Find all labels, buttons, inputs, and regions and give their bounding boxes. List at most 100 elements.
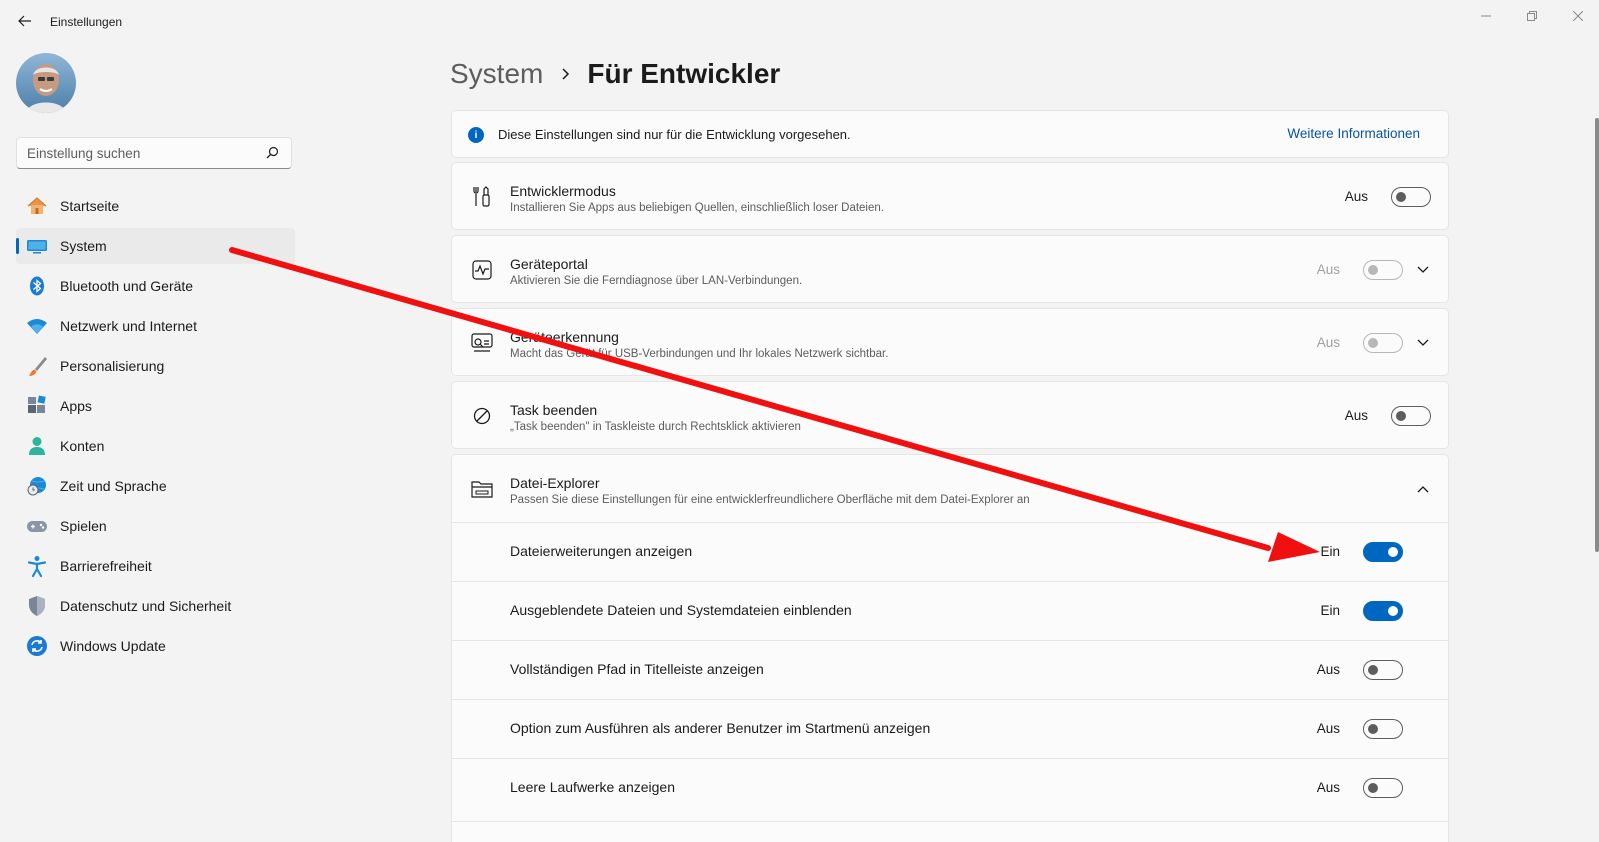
option-leere-laufwerke: Leere Laufwerke anzeigen Aus	[452, 758, 1448, 817]
sidebar-item-system[interactable]: System	[16, 228, 295, 264]
user-photo-icon	[16, 53, 76, 113]
dateierweiterungen-toggle[interactable]	[1363, 542, 1403, 562]
sidebar-item-label: Startseite	[60, 198, 120, 214]
chevron-right-icon	[561, 67, 571, 81]
sidebar-item-startseite[interactable]: Startseite	[16, 188, 295, 224]
update-icon	[26, 635, 48, 657]
activity-monitor-icon	[470, 258, 494, 282]
setting-title: Geräteportal	[510, 256, 588, 272]
account-icon	[26, 435, 48, 457]
anderer-benutzer-toggle[interactable]	[1363, 719, 1403, 739]
toggle-state-label: Ein	[1320, 544, 1340, 559]
more-info-link[interactable]: Weitere Informationen	[1287, 126, 1420, 141]
monitor-icon	[26, 235, 48, 257]
entwicklermodus-toggle[interactable]	[1391, 187, 1431, 207]
settings-search[interactable]	[16, 137, 292, 169]
setting-entwicklermodus: Entwicklermodus Installieren Sie Apps au…	[451, 162, 1449, 230]
shield-icon	[26, 595, 48, 617]
wifi-icon	[26, 315, 48, 337]
device-discovery-icon	[470, 331, 494, 355]
sidebar-item-bluetooth[interactable]: Bluetooth und Geräte	[16, 268, 295, 304]
toggle-state-label: Aus	[1316, 662, 1340, 677]
toggle-state-label: Aus	[1344, 189, 1368, 204]
back-button[interactable]	[14, 11, 36, 31]
home-icon	[26, 195, 48, 217]
breadcrumb-parent[interactable]: System	[450, 58, 543, 90]
restore-button[interactable]	[1520, 6, 1544, 26]
setting-title: Datei-Explorer	[510, 475, 600, 491]
bluetooth-icon	[26, 275, 48, 297]
sidebar-item-datenschutz[interactable]: Datenschutz und Sicherheit	[16, 588, 295, 624]
sidebar-item-label: Apps	[60, 398, 92, 414]
close-icon	[1573, 11, 1583, 21]
toggle-state-label: Aus	[1316, 721, 1340, 736]
restore-icon	[1527, 11, 1537, 21]
sidebar-item-label: Zeit und Sprache	[60, 478, 167, 494]
setting-geraeteportal: Geräteportal Aktivieren Sie die Ferndiag…	[451, 235, 1449, 303]
accessibility-icon	[26, 555, 48, 577]
app-title: Einstellungen	[50, 15, 123, 29]
option-label: Leere Laufwerke anzeigen	[510, 779, 676, 795]
user-avatar[interactable]	[16, 53, 76, 113]
setting-description: Macht das Gerät für USB-Verbindungen und…	[510, 348, 889, 360]
page-title: Für Entwickler	[587, 58, 781, 89]
toggle-state-label: Aus	[1316, 262, 1340, 277]
sidebar-item-label: System	[60, 238, 107, 254]
setting-description: Aktivieren Sie die Ferndiagnose über LAN…	[510, 275, 803, 287]
globe-clock-icon	[26, 475, 48, 497]
sidebar-item-label: Bluetooth und Geräte	[60, 278, 194, 294]
toggle-state-label: Ein	[1320, 603, 1340, 618]
close-button[interactable]	[1566, 6, 1590, 26]
sidebar-item-netzwerk[interactable]: Netzwerk und Internet	[16, 308, 295, 344]
sidebar-item-apps[interactable]: Apps	[16, 388, 295, 424]
sidebar-item-spielen[interactable]: Spielen	[16, 508, 295, 544]
next-section-edge	[452, 821, 1448, 842]
option-dateierweiterungen: Dateierweiterungen anzeigen Ein	[452, 522, 1448, 581]
sidebar-item-label: Netzwerk und Internet	[60, 318, 197, 334]
ausgeblendete-dateien-toggle[interactable]	[1363, 601, 1403, 621]
sidebar-item-konten[interactable]: Konten	[16, 428, 295, 464]
apps-icon	[26, 395, 48, 417]
sidebar-item-label: Spielen	[60, 518, 107, 534]
developer-tools-icon	[470, 185, 494, 209]
setting-title: Geräteerkennung	[510, 329, 619, 345]
sidebar-item-label: Windows Update	[60, 638, 166, 654]
leere-laufwerke-toggle[interactable]	[1363, 778, 1403, 798]
option-label: Dateierweiterungen anzeigen	[510, 543, 693, 559]
chevron-up-icon[interactable]	[1415, 481, 1431, 497]
toggle-state-label: Aus	[1344, 408, 1368, 423]
sidebar-item-zeit-sprache[interactable]: Zeit und Sprache	[16, 468, 295, 504]
setting-title: Task beenden	[510, 402, 598, 418]
toggle-state-label: Aus	[1316, 780, 1340, 795]
breadcrumb: System Für Entwickler	[450, 54, 780, 94]
setting-task-beenden: Task beenden „Task beenden" in Taskleist…	[451, 381, 1449, 449]
geraeteportal-toggle[interactable]	[1363, 260, 1403, 280]
setting-description: Installieren Sie Apps aus beliebigen Que…	[510, 202, 884, 214]
sidebar-item-windows-update[interactable]: Windows Update	[16, 628, 295, 664]
paintbrush-icon	[26, 355, 48, 377]
toggle-state-label: Aus	[1316, 335, 1340, 350]
prohibited-icon	[470, 404, 494, 428]
setting-geraeteerkennung: Geräteerkennung Macht das Gerät für USB-…	[451, 308, 1449, 376]
minimize-button[interactable]	[1474, 6, 1498, 26]
task-beenden-toggle[interactable]	[1391, 406, 1431, 426]
chevron-down-icon[interactable]	[1415, 335, 1431, 351]
folder-icon	[470, 477, 494, 501]
sidebar-item-barrierefreiheit[interactable]: Barrierefreiheit	[16, 548, 295, 584]
info-bar: i Diese Einstellungen sind nur für die E…	[451, 110, 1449, 158]
setting-description: Passen Sie diese Einstellungen für eine …	[510, 494, 1030, 506]
option-label: Vollständigen Pfad in Titelleiste anzeig…	[510, 661, 764, 677]
geraeteerkennung-toggle[interactable]	[1363, 333, 1403, 353]
option-label: Ausgeblendete Dateien und Systemdateien …	[510, 602, 852, 618]
option-vollstaendiger-pfad: Vollständigen Pfad in Titelleiste anzeig…	[452, 640, 1448, 699]
sidebar-item-label: Personalisierung	[60, 358, 165, 374]
option-anderer-benutzer: Option zum Ausführen als anderer Benutze…	[452, 699, 1448, 758]
scrollbar[interactable]	[1595, 118, 1599, 552]
chevron-down-icon[interactable]	[1415, 262, 1431, 278]
search-input[interactable]	[27, 138, 257, 168]
sidebar-item-personalisierung[interactable]: Personalisierung	[16, 348, 295, 384]
vollstaendiger-pfad-toggle[interactable]	[1363, 660, 1403, 680]
sidebar-item-label: Barrierefreiheit	[60, 558, 152, 574]
search-icon[interactable]	[266, 146, 279, 159]
sidebar-item-label: Konten	[60, 438, 105, 454]
